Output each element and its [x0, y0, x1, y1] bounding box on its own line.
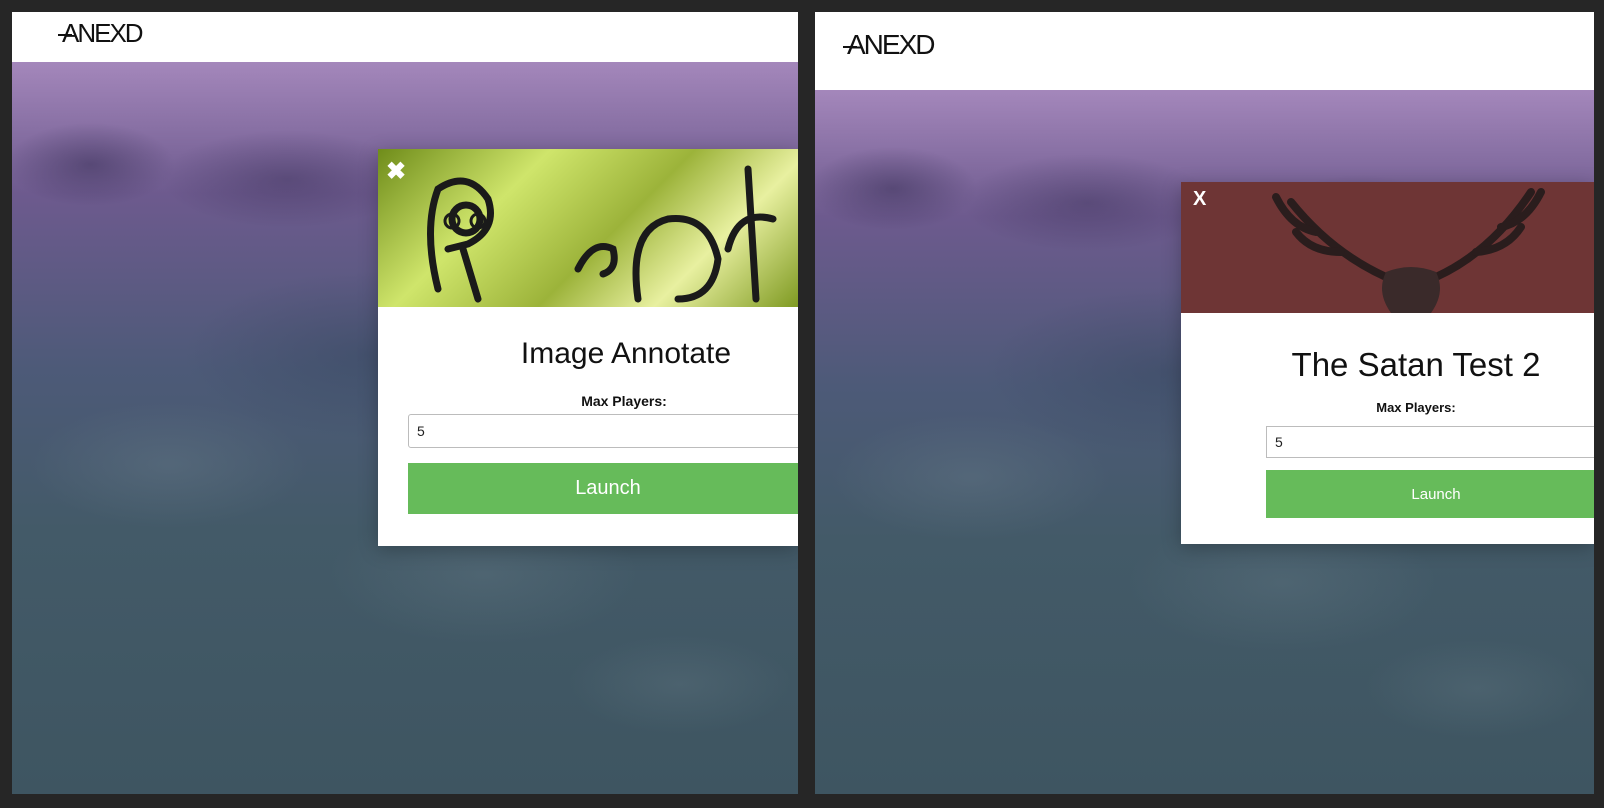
close-icon[interactable]: X	[1193, 188, 1206, 211]
close-icon[interactable]: ✖	[386, 157, 406, 186]
max-players-label: Max Players:	[1376, 400, 1456, 415]
app-logo[interactable]: ANEXD	[58, 18, 144, 49]
cover-illustration	[427, 165, 777, 303]
top-navbar: ANEXD	[815, 12, 1594, 90]
game-title: The Satan Test 2	[1291, 346, 1541, 383]
launch-button[interactable]: Launch	[408, 463, 798, 514]
max-players-label: Max Players:	[581, 393, 667, 409]
game-cover-image: ✖	[378, 149, 798, 307]
top-navbar: ANEXD	[12, 12, 798, 62]
game-title: Image Annotate	[520, 337, 732, 370]
launch-button[interactable]: Launch	[1266, 470, 1594, 518]
screenshot-left: ANEXD ✖ Image Annotate Max Players: 5 La…	[12, 12, 798, 794]
antlers-illustration	[1272, 188, 1545, 313]
game-cover-image: X	[1181, 182, 1594, 313]
screenshot-right: ANEXD X The Satan Test 2 Max Players: La…	[815, 12, 1594, 794]
max-players-input[interactable]	[1266, 426, 1594, 458]
game-launch-modal: ✖ Image Annotate Max Players: Launch	[378, 149, 798, 546]
max-players-input[interactable]	[408, 414, 798, 448]
app-logo[interactable]: ANEXD	[842, 29, 935, 61]
game-launch-modal: X The Satan Test 2 Max Players: Launch	[1181, 182, 1594, 544]
